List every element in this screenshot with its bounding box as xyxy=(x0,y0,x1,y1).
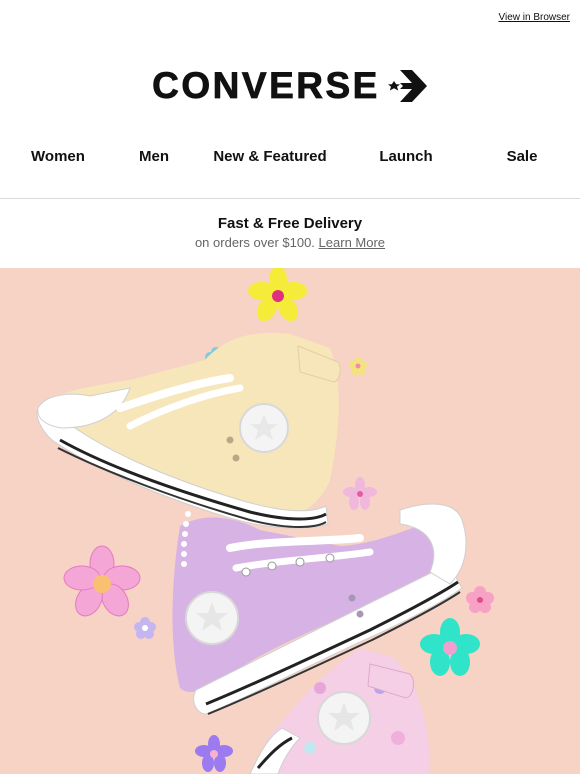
brand-logo[interactable]: CONVERSE xyxy=(0,65,580,107)
hero-image[interactable] xyxy=(0,268,580,774)
top-bar: View in Browser xyxy=(0,0,580,36)
nav-item-launch[interactable]: Launch xyxy=(379,148,432,165)
learn-more-link[interactable]: Learn More xyxy=(319,235,385,250)
brand-wordmark: CONVERSE xyxy=(152,65,380,107)
star-chevron-icon xyxy=(387,70,427,102)
promo-title: Fast & Free Delivery xyxy=(217,215,363,232)
nav-item-men[interactable]: Men xyxy=(139,148,169,165)
nav-item-new-featured[interactable]: New & Featured xyxy=(213,148,326,165)
promo-subtitle-text: on orders over $100. xyxy=(194,235,315,250)
delivery-promo: Fast & Free Delivery on orders over $100… xyxy=(0,199,580,268)
sneakers-image xyxy=(0,268,580,774)
main-nav: Women Men New & Featured Launch Sale xyxy=(0,140,580,174)
nav-item-women[interactable]: Women xyxy=(31,148,85,165)
view-in-browser-link[interactable]: View in Browser xyxy=(498,12,570,23)
nav-item-sale[interactable]: Sale xyxy=(507,148,538,165)
promo-subtitle: on orders over $100. Learn More xyxy=(0,235,580,250)
